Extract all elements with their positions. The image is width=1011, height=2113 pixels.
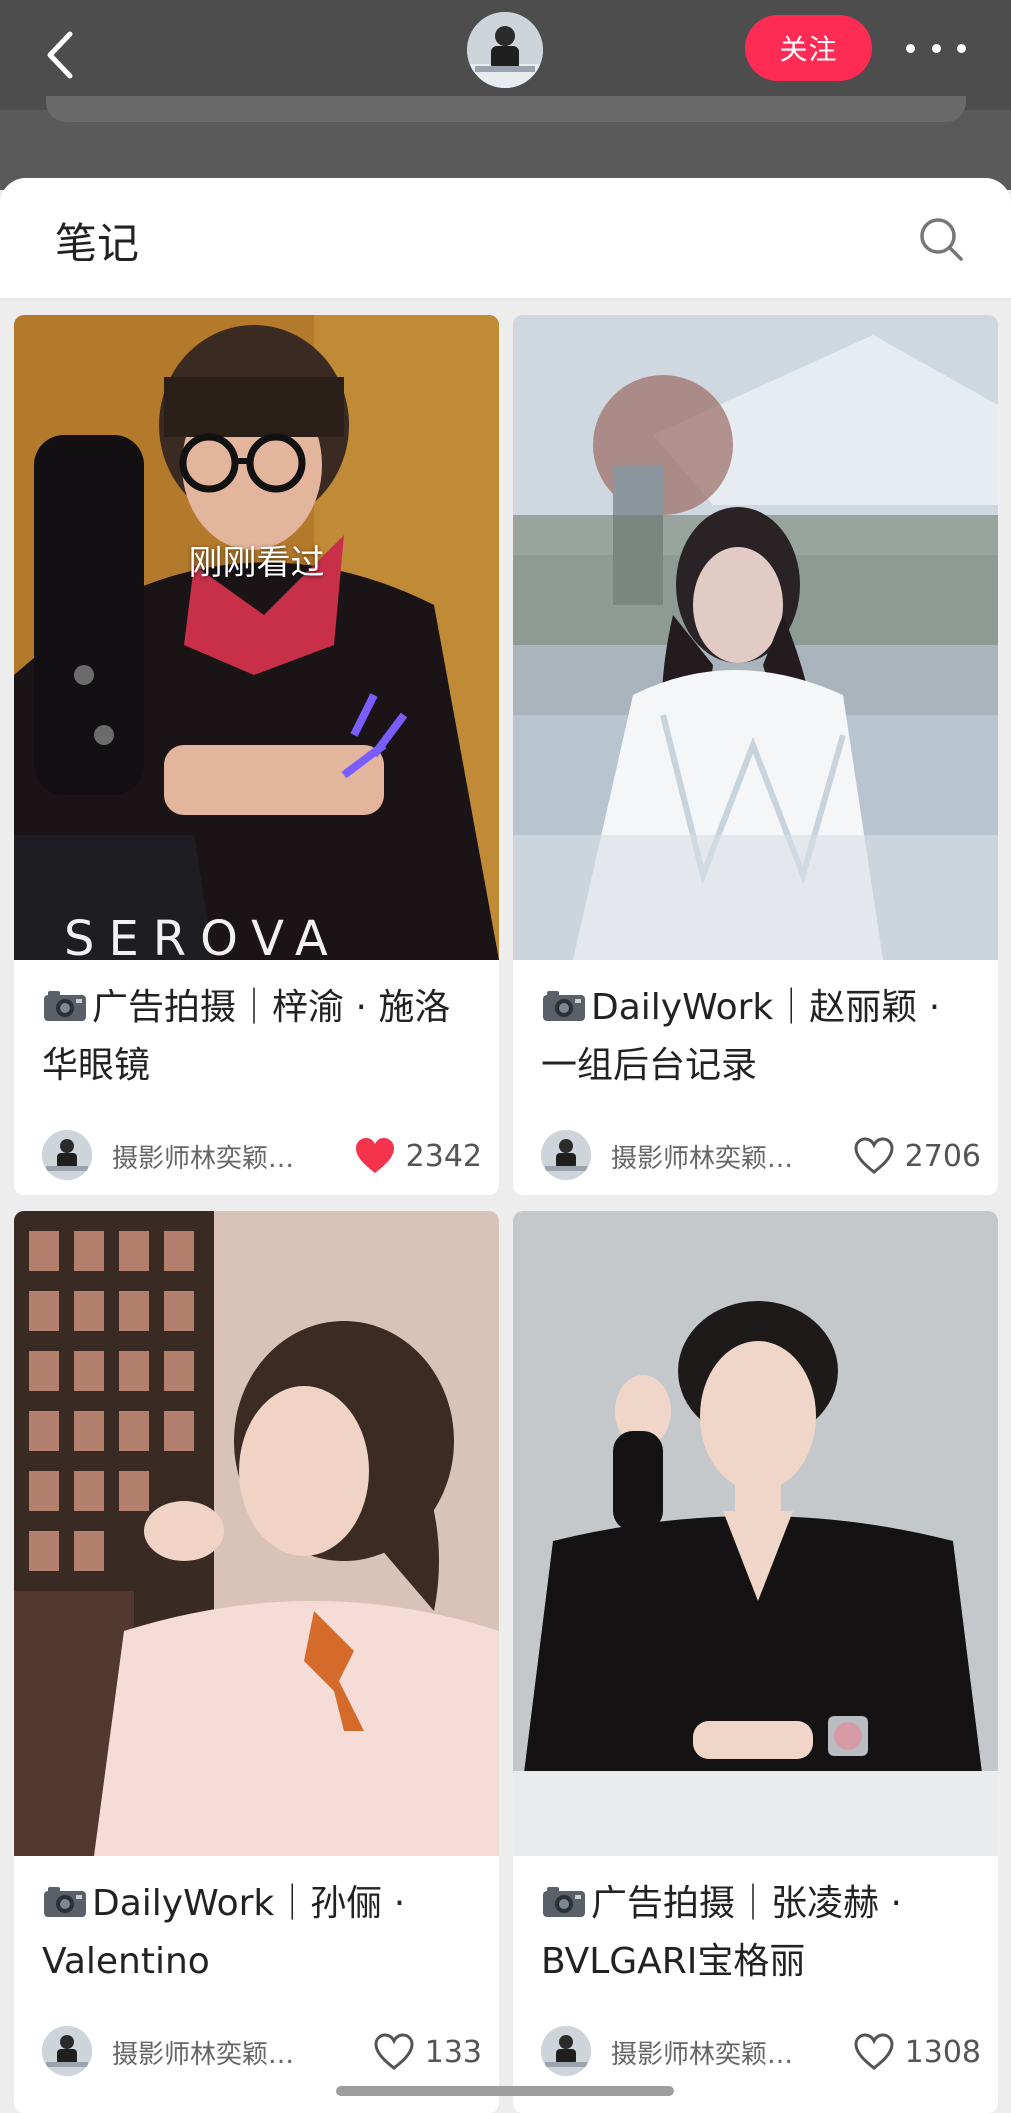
camera-icon — [44, 1887, 86, 1917]
note-card[interactable]: SEROVA 刚刚看过 广告拍摄｜梓渝 · 施洛华眼镜 摄影师林奕颖… 2342 — [14, 315, 499, 1195]
more-icon — [906, 43, 915, 53]
author-name[interactable]: 摄影师林奕颖… — [611, 2034, 811, 2071]
note-footer: 摄影师林奕颖… 2342 — [42, 1130, 482, 1182]
heart-icon — [854, 2033, 894, 2070]
author-name[interactable]: 摄影师林奕颖… — [112, 2034, 312, 2071]
notes-sheet: 笔记 SEROVA 刚刚看过 广告拍摄｜梓渝 · 施洛华眼镜 摄影师林奕颖… 2… — [0, 178, 1011, 2113]
camera-icon — [543, 1887, 585, 1917]
note-image — [513, 315, 998, 960]
profile-backdrop-strip — [46, 96, 966, 122]
like-count: 133 — [424, 2034, 482, 2070]
home-indicator[interactable] — [336, 2086, 674, 2096]
back-icon — [47, 31, 73, 79]
author-avatar[interactable] — [541, 1130, 591, 1180]
search-button[interactable] — [918, 216, 964, 262]
back-button[interactable] — [40, 28, 84, 82]
heart-icon — [854, 1137, 894, 1174]
like-count: 2342 — [405, 1138, 482, 1174]
note-card[interactable]: DailyWork｜孙俪 · Valentino 摄影师林奕颖… 133 — [14, 1211, 499, 2113]
more-icon — [931, 43, 941, 53]
like-button[interactable]: 1308 — [853, 2028, 981, 2076]
note-image — [14, 1211, 499, 1856]
like-count: 2706 — [904, 1138, 981, 1174]
author-avatar[interactable] — [42, 2026, 92, 2076]
note-title[interactable]: DailyWork｜孙俪 · Valentino — [42, 1875, 482, 1991]
note-title-text: 广告拍摄｜梓渝 · 施洛华眼镜 — [42, 987, 451, 1086]
search-icon — [920, 218, 963, 261]
note-title-text: DailyWork｜孙俪 · Valentino — [42, 1883, 406, 1982]
note-title-text: DailyWork｜赵丽颖 · 一组后台记录 — [541, 987, 941, 1086]
follow-button[interactable]: 关注 — [745, 15, 872, 81]
heart-icon — [374, 2033, 414, 2070]
notes-title: 笔记 — [55, 219, 140, 268]
note-image — [513, 1211, 998, 1856]
note-footer: 摄影师林奕颖… 1308 — [541, 2026, 981, 2078]
camera-icon — [543, 991, 585, 1021]
note-card[interactable]: 广告拍摄｜张凌赫 · BVLGARI宝格丽 摄影师林奕颖… 1308 — [513, 1211, 998, 2113]
like-button[interactable]: 133 — [373, 2028, 482, 2076]
like-button[interactable]: 2706 — [853, 1132, 981, 1180]
note-title-text: 广告拍摄｜张凌赫 · BVLGARI宝格丽 — [541, 1883, 902, 1982]
camera-icon — [44, 991, 86, 1021]
note-title[interactable]: DailyWork｜赵丽颖 · 一组后台记录 — [541, 979, 981, 1095]
avatar — [467, 12, 543, 88]
author-avatar[interactable] — [42, 1130, 92, 1180]
author-name[interactable]: 摄影师林奕颖… — [611, 1138, 811, 1175]
like-count: 1308 — [904, 2034, 981, 2070]
author-avatar[interactable] — [541, 2026, 591, 2076]
more-button[interactable] — [906, 30, 966, 66]
recently-viewed-label: 刚刚看过 — [188, 543, 325, 583]
header-avatar[interactable] — [467, 12, 543, 88]
more-icon — [957, 43, 966, 53]
brand-watermark: SEROVA — [64, 911, 342, 960]
note-title[interactable]: 广告拍摄｜梓渝 · 施洛华眼镜 — [42, 979, 482, 1095]
heart-icon — [355, 1138, 394, 1173]
like-button[interactable]: 2342 — [354, 1132, 482, 1180]
follow-label: 关注 — [779, 33, 838, 66]
note-footer: 摄影师林奕颖… 2706 — [541, 1130, 981, 1182]
note-footer: 摄影师林奕颖… 133 — [42, 2026, 482, 2078]
note-card[interactable]: DailyWork｜赵丽颖 · 一组后台记录 摄影师林奕颖… 2706 — [513, 315, 998, 1195]
top-bar: 关注 — [0, 0, 1011, 190]
author-name[interactable]: 摄影师林奕颖… — [112, 1138, 312, 1175]
notes-header: 笔记 — [0, 178, 1011, 300]
note-image: SEROVA 刚刚看过 — [14, 315, 499, 960]
note-title[interactable]: 广告拍摄｜张凌赫 · BVLGARI宝格丽 — [541, 1875, 981, 1991]
